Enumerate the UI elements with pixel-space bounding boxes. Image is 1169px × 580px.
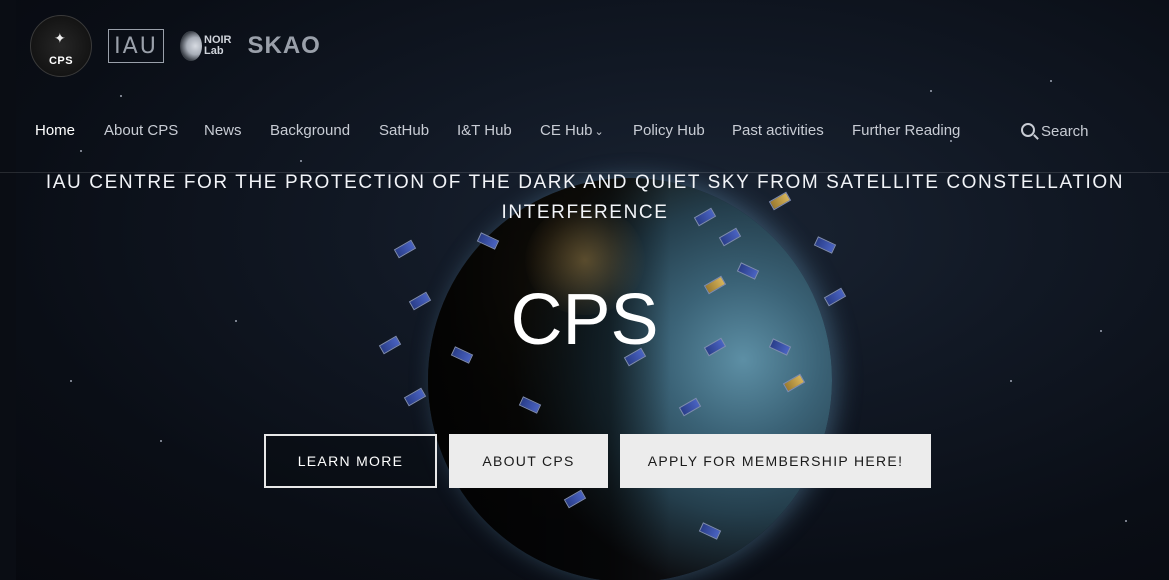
skao-logo[interactable]: SKAO xyxy=(248,32,321,60)
chevron-down-icon: ⌄ xyxy=(594,126,604,138)
noirlab-dot-icon xyxy=(180,31,202,61)
main-nav: Home About CPS News Background SatHub I&… xyxy=(0,120,1169,144)
nav-item-ce-hub[interactable]: CE Hub ⌄ xyxy=(540,122,604,139)
nav-item-about-cps[interactable]: About CPS xyxy=(104,122,178,139)
star xyxy=(1125,520,1127,522)
logo-bar: ✦ CPS IAU NOIR Lab SKAO xyxy=(30,15,321,77)
satellite-icon xyxy=(813,236,837,254)
learn-more-button[interactable]: LEARN MORE xyxy=(264,434,437,488)
star xyxy=(1050,80,1052,82)
star xyxy=(1010,380,1012,382)
cps-logo[interactable]: ✦ CPS xyxy=(30,15,92,77)
search-icon xyxy=(1021,123,1035,137)
nav-item-sathub[interactable]: SatHub xyxy=(379,122,429,139)
nav-item-background[interactable]: Background xyxy=(270,122,350,139)
cps-logo-text: CPS xyxy=(48,55,74,67)
apply-membership-button[interactable]: APPLY FOR MEMBERSHIP HERE! xyxy=(620,434,931,488)
nav-item-past-activities[interactable]: Past activities xyxy=(732,122,824,139)
satellite-icon: ✦ xyxy=(54,30,66,46)
about-cps-button[interactable]: ABOUT CPS xyxy=(449,434,608,488)
star xyxy=(70,380,72,382)
nav-item-policy-hub[interactable]: Policy Hub xyxy=(633,122,705,139)
hero-title-line1: IAU CENTRE FOR THE PROTECTION OF THE DAR… xyxy=(45,172,1125,193)
hero-title-line2: INTERFERENCE xyxy=(501,202,669,223)
search-label: Search xyxy=(1041,123,1089,140)
nav-item-home[interactable]: Home xyxy=(35,122,75,139)
star xyxy=(120,95,122,97)
star xyxy=(300,160,302,162)
nav-item-it-hub[interactable]: I&T Hub xyxy=(457,122,512,139)
nav-item-further-reading[interactable]: Further Reading xyxy=(852,122,960,139)
hero-cps-text: CPS xyxy=(510,280,659,360)
search-button[interactable]: Search xyxy=(1021,122,1089,140)
star xyxy=(160,440,162,442)
satellite-icon xyxy=(393,239,417,259)
hero-title: IAU CENTRE FOR THE PROTECTION OF THE DAR… xyxy=(40,168,1130,228)
noirlab-logo[interactable]: NOIR Lab xyxy=(180,31,232,61)
noirlab-logo-line2: Lab xyxy=(204,45,224,57)
iau-logo[interactable]: IAU xyxy=(108,29,164,63)
nav-item-news[interactable]: News xyxy=(204,122,242,139)
star xyxy=(930,90,932,92)
nav-item-ce-hub-label: CE Hub xyxy=(540,122,593,139)
hero-background: ✦ CPS IAU NOIR Lab SKAO Home About CPS N… xyxy=(0,0,1169,580)
star xyxy=(80,150,82,152)
satellite-icon xyxy=(403,387,427,407)
